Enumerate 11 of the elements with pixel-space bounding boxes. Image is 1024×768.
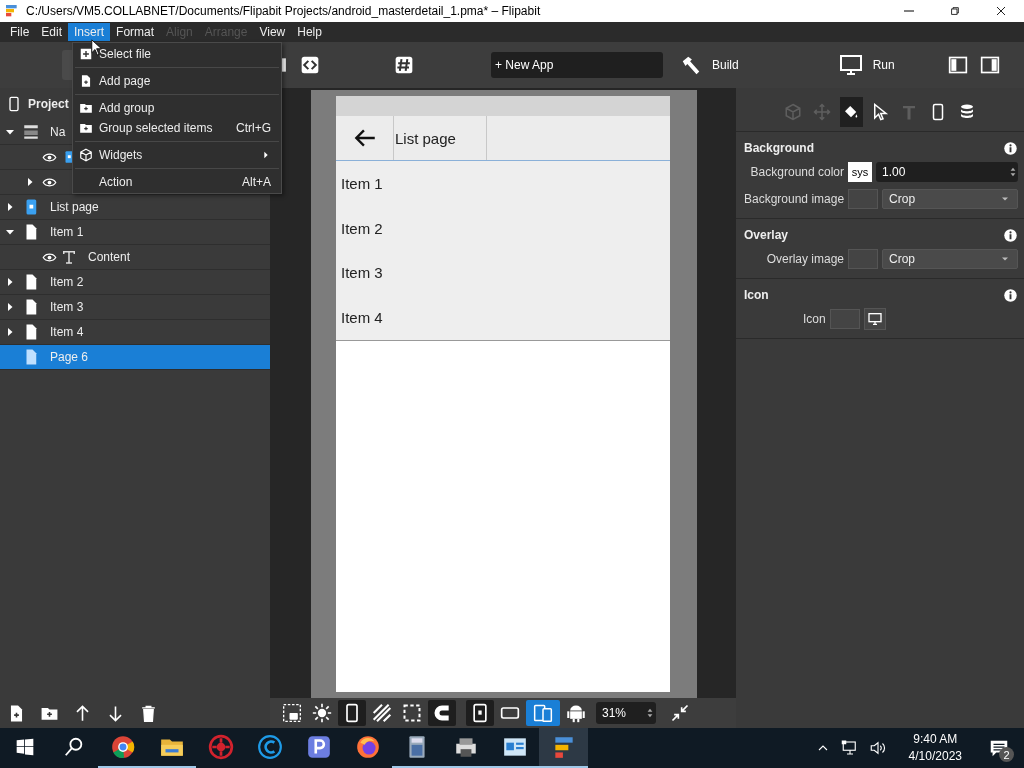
section-title: Icon [744,288,769,302]
window-title: C:/Users/VM5.COLLABNET/Documents/Flipabit Projects/android_masterdetail_1.pma* – Flipabit [26,4,542,18]
section-title: Overlay [744,228,789,242]
property-label: Icon [803,311,826,326]
property-label: Background image [744,191,845,206]
property-label: Background color [750,164,844,179]
notification-count: 2 [999,747,1014,762]
panel-title: Project [28,97,69,111]
property-label: Overlay image [766,251,844,266]
page-title: List page [393,116,487,160]
section-title: Background [744,141,814,155]
